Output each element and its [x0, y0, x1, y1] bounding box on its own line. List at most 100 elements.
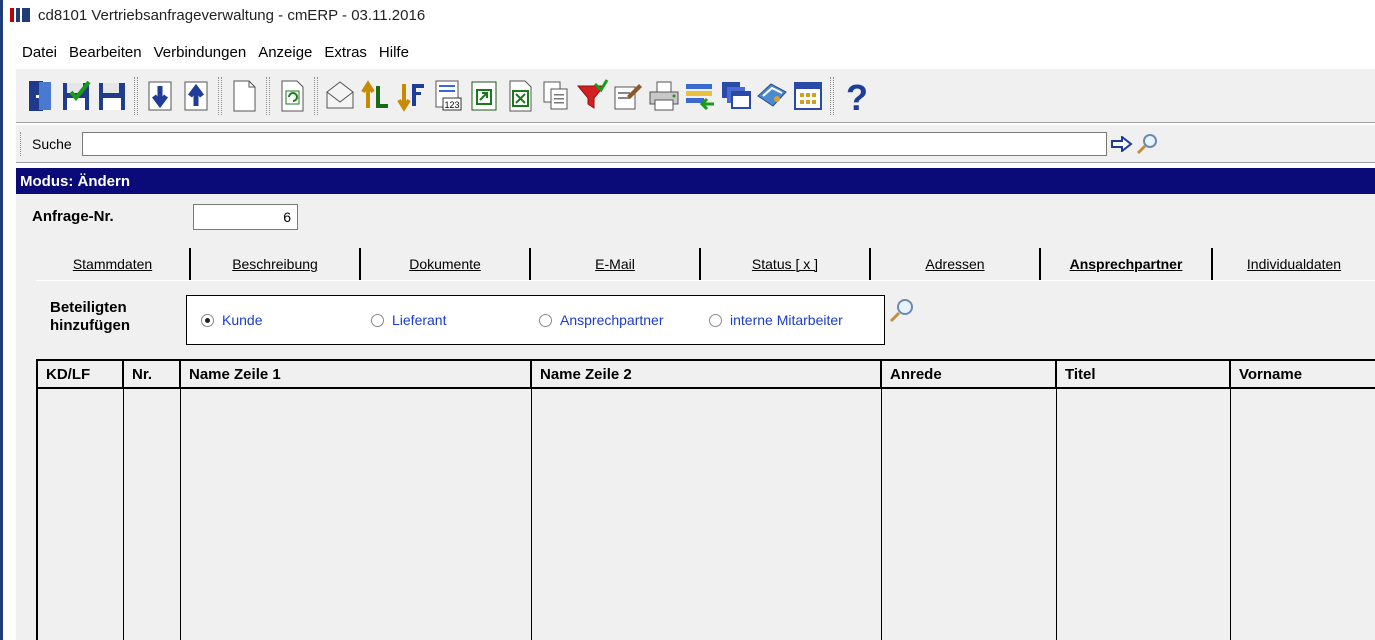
menu-bearbeiten[interactable]: Bearbeiten [63, 44, 148, 61]
tab-label: Beschreibung [232, 256, 318, 272]
tab-e-mail[interactable]: E-Mail [531, 248, 701, 280]
transfer-list-icon[interactable] [682, 74, 718, 118]
tab-label: Stammdaten [72, 256, 153, 272]
windows-cascade-icon[interactable] [718, 74, 754, 118]
svg-text:?: ? [846, 78, 868, 114]
tab-individualdaten[interactable]: Individualdaten [1213, 248, 1375, 280]
radio-label: Ansprechpartner [560, 312, 664, 328]
magnifier-icon[interactable] [1135, 132, 1159, 156]
column-header-kd-lf[interactable]: KD/LF [38, 361, 124, 387]
tab-adressen[interactable]: Adressen [871, 248, 1041, 280]
tab-label: Adressen [925, 256, 985, 272]
svg-text:123: 123 [445, 100, 460, 110]
toolbar-separator [314, 76, 318, 115]
radio-unchecked-icon [539, 313, 552, 327]
search-bar-grip [20, 131, 24, 156]
table-column [1231, 389, 1375, 640]
tab-label: E-Mail [595, 256, 635, 272]
radio-lieferant[interactable]: Lieferant [371, 312, 446, 328]
numbered-list-icon[interactable]: 123 [430, 74, 466, 118]
anfrage-nr-field[interactable]: 6 [193, 204, 298, 230]
magnifier-icon[interactable] [888, 297, 916, 325]
radio-unchecked-icon [709, 313, 722, 327]
column-header-anrede[interactable]: Anrede [882, 361, 1057, 387]
table-body[interactable] [38, 389, 1375, 640]
tag-book-icon[interactable] [754, 74, 790, 118]
sort-ascending-icon[interactable] [358, 74, 394, 118]
download-icon[interactable] [142, 74, 178, 118]
upload-icon[interactable] [178, 74, 214, 118]
arrow-right-icon[interactable] [1111, 133, 1133, 155]
tab-beschreibung[interactable]: Beschreibung [191, 248, 361, 280]
title-bar: cd8101 Vertriebsanfrageverwaltung - cmER… [10, 0, 1375, 30]
radio-unchecked-icon [371, 313, 384, 327]
radio-interne-mitarbeiter[interactable]: interne Mitarbeiter [709, 312, 843, 328]
sort-descending-icon[interactable] [394, 74, 430, 118]
toolbar-separator [218, 76, 222, 115]
table-column [882, 389, 1057, 640]
radio-checked-icon [201, 313, 214, 327]
filter-icon[interactable] [574, 74, 610, 118]
export-icon[interactable] [466, 74, 502, 118]
save-icon[interactable] [94, 74, 130, 118]
radio-label: Lieferant [392, 312, 447, 328]
search-bar: Suche [16, 125, 1375, 163]
mode-text: Modus: Ändern [20, 172, 130, 190]
beteiligte-label-line2: hinzufügen [50, 317, 130, 334]
column-header-name-zeile-2[interactable]: Name Zeile 2 [532, 361, 882, 387]
menu-datei[interactable]: Datei [16, 44, 63, 61]
table-column [38, 389, 124, 640]
tab-stammdaten[interactable]: Stammdaten [36, 248, 191, 280]
radio-ansprechpartner[interactable]: Ansprechpartner [539, 312, 664, 328]
beteiligte-radio-group: Kunde Lieferant Ansprechpartner interne … [186, 295, 885, 345]
toolbar-separator [134, 76, 138, 115]
tab-label: Individualdaten [1246, 256, 1342, 272]
menu-hilfe[interactable]: Hilfe [373, 44, 415, 61]
app-icon [10, 8, 32, 22]
mode-bar: Modus: Ändern [16, 168, 1375, 194]
tab-ansprechpartner[interactable]: Ansprechpartner [1041, 248, 1213, 280]
window-left-gutter [3, 0, 16, 640]
copy-icon[interactable] [538, 74, 574, 118]
tab-label: Ansprechpartner [1069, 256, 1183, 272]
tab-dokumente[interactable]: Dokumente [361, 248, 531, 280]
table-column [1057, 389, 1231, 640]
table-column [532, 389, 882, 640]
column-header-name-zeile-1[interactable]: Name Zeile 1 [181, 361, 532, 387]
search-label: Suche [32, 135, 72, 152]
toolbar: 123 ? [16, 68, 1375, 123]
menu-verbindungen[interactable]: Verbindungen [148, 44, 253, 61]
beteiligte-label: Beteiligten hinzufügen [50, 299, 130, 335]
excel-icon[interactable] [502, 74, 538, 118]
mail-icon[interactable] [322, 74, 358, 118]
printer-icon[interactable] [646, 74, 682, 118]
edit-properties-icon[interactable] [610, 74, 646, 118]
tab-status[interactable]: Status [ x ] [701, 248, 871, 280]
toolbar-separator [266, 76, 270, 115]
search-input[interactable] [82, 131, 1107, 156]
save-check-icon[interactable] [58, 74, 94, 118]
table-column [181, 389, 532, 640]
table-header: KD/LF Nr. Name Zeile 1 Name Zeile 2 Anre… [38, 361, 1375, 389]
radio-kunde[interactable]: Kunde [201, 312, 262, 328]
column-header-titel[interactable]: Titel [1057, 361, 1231, 387]
ansprechpartner-panel: Beteiligten hinzufügen Kunde Lieferant A… [36, 280, 1375, 640]
anfrage-nr-label: Anfrage-Nr. [32, 208, 114, 225]
table-column [124, 389, 181, 640]
calendar-grid-icon[interactable] [790, 74, 826, 118]
column-header-vorname[interactable]: Vorname [1231, 361, 1375, 387]
menu-bar: Datei Bearbeiten Verbindungen Anzeige Ex… [16, 38, 415, 66]
toolbar-separator [830, 76, 834, 115]
form-area: Anfrage-Nr. 6 Stammdaten Beschreibung Do… [16, 194, 1375, 640]
menu-extras[interactable]: Extras [318, 44, 373, 61]
exit-door-icon[interactable] [22, 74, 58, 118]
tab-bar: Stammdaten Beschreibung Dokumente E-Mail… [36, 248, 1375, 280]
help-icon[interactable]: ? [838, 74, 874, 118]
new-document-icon[interactable] [226, 74, 262, 118]
menu-anzeige[interactable]: Anzeige [252, 44, 318, 61]
column-header-nr[interactable]: Nr. [124, 361, 181, 387]
tab-label: Status [ x ] [751, 256, 819, 272]
refresh-icon[interactable] [274, 74, 310, 118]
radio-label: Kunde [222, 312, 263, 328]
radio-label: interne Mitarbeiter [730, 312, 843, 328]
